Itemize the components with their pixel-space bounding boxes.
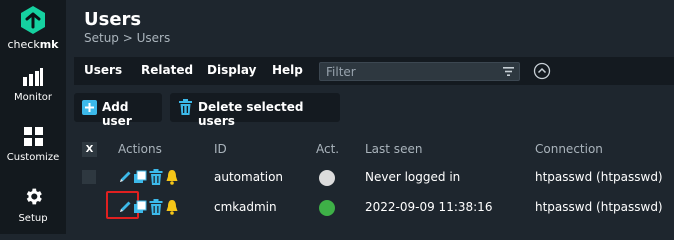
- notification-bell-icon[interactable]: [165, 199, 179, 215]
- clone-icon[interactable]: [133, 169, 147, 185]
- sidebar-item-monitor[interactable]: Monitor: [0, 68, 66, 103]
- collapse-toggle-icon[interactable]: [533, 62, 551, 80]
- last-seen: 2022-09-09 11:38:16: [365, 200, 493, 214]
- column-header-connection[interactable]: Connection: [535, 142, 603, 156]
- user-id: cmkadmin: [214, 200, 277, 214]
- table-row: automation Never logged in htpasswd (htp…: [74, 163, 674, 193]
- filter-box: [319, 62, 520, 81]
- column-header-id[interactable]: ID: [214, 142, 227, 156]
- filter-icon[interactable]: [503, 66, 514, 77]
- sidebar-item-label: Setup: [18, 213, 48, 224]
- inactive-status-dot: [319, 170, 335, 186]
- main-content: Users Setup > Users Users Related Displa…: [66, 0, 674, 234]
- plus-icon: [82, 100, 97, 115]
- menu-bar: Users Related Display Help: [74, 57, 674, 85]
- column-header-last-seen[interactable]: Last seen: [365, 142, 422, 156]
- sidebar: checkmk Monitor Customize Setup: [0, 0, 66, 234]
- column-header-active[interactable]: Act.: [316, 142, 339, 156]
- delete-selected-users-label: Delete selected users: [198, 100, 304, 128]
- sidebar-item-setup[interactable]: Setup: [0, 186, 66, 224]
- notification-bell-icon[interactable]: [165, 169, 179, 185]
- menu-display[interactable]: Display: [207, 63, 256, 77]
- select-all-toggle[interactable]: X: [82, 142, 97, 157]
- logo-text: checkmk: [7, 38, 59, 51]
- delete-icon[interactable]: [149, 169, 163, 185]
- sidebar-item-label: Monitor: [13, 92, 52, 103]
- trash-icon: [179, 99, 192, 115]
- menu-related[interactable]: Related: [141, 63, 193, 77]
- edit-icon[interactable]: [118, 199, 132, 215]
- active-status-dot: [319, 200, 335, 216]
- page-title: Users: [84, 9, 142, 30]
- logo[interactable]: checkmk: [0, 0, 66, 60]
- add-user-button[interactable]: Add user: [74, 93, 162, 128]
- last-seen: Never logged in: [365, 170, 461, 184]
- menu-help[interactable]: Help: [272, 63, 303, 77]
- delete-selected-users-button[interactable]: Delete selected users: [170, 93, 340, 128]
- clone-icon[interactable]: [133, 199, 147, 215]
- grid-icon: [23, 127, 43, 146]
- sidebar-item-customize[interactable]: Customize: [0, 127, 66, 163]
- edit-icon[interactable]: [118, 169, 132, 185]
- breadcrumb[interactable]: Setup > Users: [84, 31, 170, 45]
- connection: htpasswd (htpasswd): [535, 170, 663, 184]
- row-checkbox[interactable]: [82, 170, 96, 184]
- bar-chart-icon: [23, 68, 43, 86]
- column-header-actions: Actions: [118, 142, 162, 156]
- filter-input[interactable]: [320, 63, 507, 80]
- sidebar-item-label: Customize: [6, 152, 60, 163]
- gear-icon: [26, 188, 42, 205]
- user-id: automation: [214, 170, 284, 184]
- delete-icon[interactable]: [149, 199, 163, 215]
- connection: htpasswd (htpasswd): [535, 200, 663, 214]
- checkmk-logo-icon: [21, 6, 45, 34]
- menu-users[interactable]: Users: [84, 63, 122, 77]
- table-row: cmkadmin 2022-09-09 11:38:16 htpasswd (h…: [74, 191, 674, 223]
- add-user-label: Add user: [102, 100, 132, 128]
